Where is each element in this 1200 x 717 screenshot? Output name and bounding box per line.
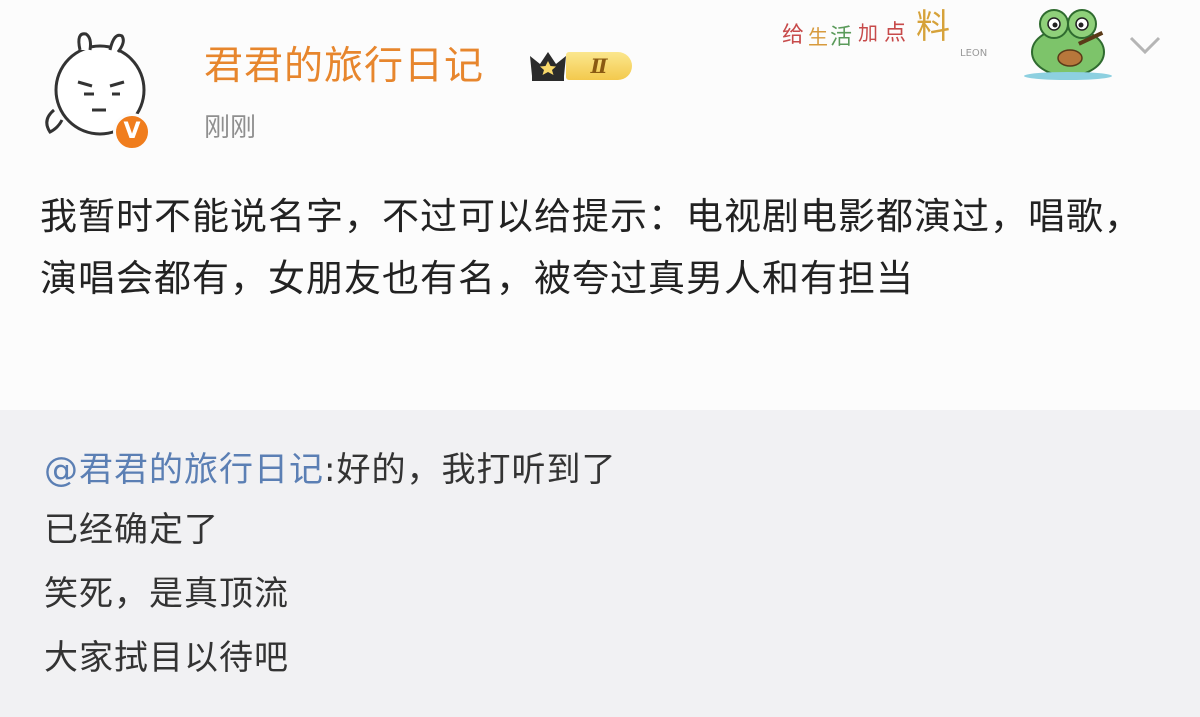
sticker-text-decoration: 给 生 活 加 点 料 LEON	[782, 7, 987, 59]
repost-section: @君君的旅行日记:好的，我打听到了 已经确定了 笑死，是真顶流 大家拭目以待吧	[0, 410, 1200, 717]
level-number: Ⅱ	[566, 52, 632, 80]
svg-text:点: 点	[884, 21, 906, 46]
svg-text:活: 活	[830, 25, 852, 50]
repost-line-3: 笑死，是真顶流	[44, 574, 289, 614]
repost-line-4: 大家拭目以待吧	[44, 638, 289, 678]
verified-badge: V	[113, 113, 151, 151]
crown-icon	[530, 52, 566, 81]
repost-line-1-text: :好的，我打听到了	[324, 450, 617, 490]
frog-guitar-sticker-icon	[1024, 9, 1112, 80]
svg-text:料: 料	[916, 7, 950, 47]
svg-text:LEON: LEON	[960, 48, 987, 59]
post-body-text: 我暂时不能说名字，不过可以给提示：电视剧电影都演过，唱歌，演唱会都有，女朋友也有…	[40, 195, 1142, 300]
weibo-post: V 君君的旅行日记 Ⅱ 刚刚 给 生 活 加 点 料 LEON 我暂时不能说名字…	[0, 0, 1200, 410]
svg-text:加: 加	[858, 21, 878, 45]
repost-line-2: 已经确定了	[44, 510, 219, 550]
chevron-down-icon[interactable]	[1125, 30, 1165, 60]
username[interactable]: 君君的旅行日记	[204, 40, 484, 94]
svg-text:给: 给	[782, 23, 804, 48]
post-time: 刚刚	[204, 113, 257, 143]
mention-link[interactable]: @君君的旅行日记	[44, 450, 324, 490]
repost-line-1: @君君的旅行日记:好的，我打听到了	[44, 448, 616, 492]
level-badge[interactable]: Ⅱ	[528, 44, 638, 86]
svg-text:生: 生	[808, 25, 828, 49]
